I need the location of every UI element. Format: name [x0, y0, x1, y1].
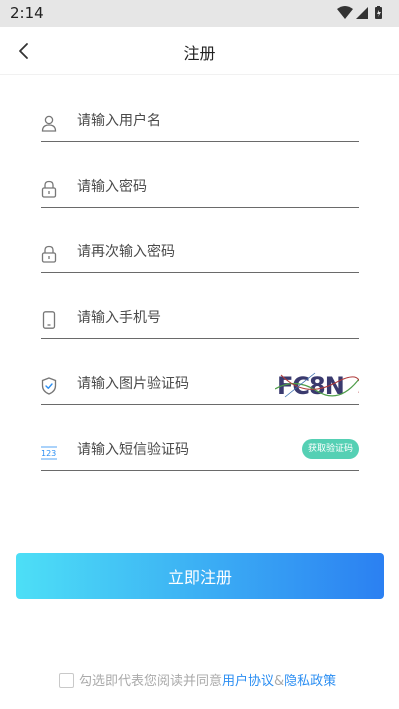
phone-icon: [42, 311, 56, 329]
agreement-row: 勾选即代表您阅读并同意用户协议&隐私政策: [59, 670, 336, 689]
user-agreement-link[interactable]: 用户协议: [222, 674, 274, 689]
page-title: 注册: [183, 44, 216, 63]
status-bar: 2:14: [0, 0, 399, 27]
sms-code-input[interactable]: [77, 437, 297, 463]
status-time: 2:14: [10, 4, 44, 22]
agreement-checkbox[interactable]: [59, 673, 74, 688]
nav-bar: 注册: [0, 27, 399, 75]
privacy-policy-link[interactable]: 隐私政策: [284, 674, 336, 689]
password-field-row: [41, 168, 359, 208]
agreement-ampersand: &: [274, 674, 285, 689]
cellular-signal-icon: [356, 7, 368, 19]
agreement-text: 勾选即代表您阅读并同意: [79, 674, 223, 689]
register-button[interactable]: 立即注册: [16, 553, 384, 599]
phone-field-row: [41, 299, 359, 339]
phone-input[interactable]: [77, 305, 297, 331]
svg-text:123: 123: [41, 449, 56, 458]
image-code-field-row: FC8N: [41, 365, 359, 405]
lock-icon: [41, 180, 57, 198]
shield-check-icon: [41, 377, 57, 395]
sms-code-field-row: 123 获取验证码: [41, 431, 359, 471]
confirm-password-input[interactable]: [77, 239, 297, 265]
lock-icon: [41, 245, 57, 263]
username-input[interactable]: [77, 108, 297, 134]
get-sms-code-button[interactable]: 获取验证码: [301, 439, 359, 459]
image-code-input[interactable]: [77, 371, 297, 397]
battery-icon: [375, 6, 382, 19]
username-field-row: [41, 102, 359, 142]
numeric-keypad-icon: 123: [41, 446, 57, 460]
password-input[interactable]: [77, 174, 297, 200]
user-icon: [41, 115, 57, 132]
status-icons: [337, 6, 387, 20]
confirm-password-field-row: [41, 233, 359, 273]
captcha-image[interactable]: FC8N: [275, 369, 359, 401]
wifi-icon: [337, 6, 353, 19]
